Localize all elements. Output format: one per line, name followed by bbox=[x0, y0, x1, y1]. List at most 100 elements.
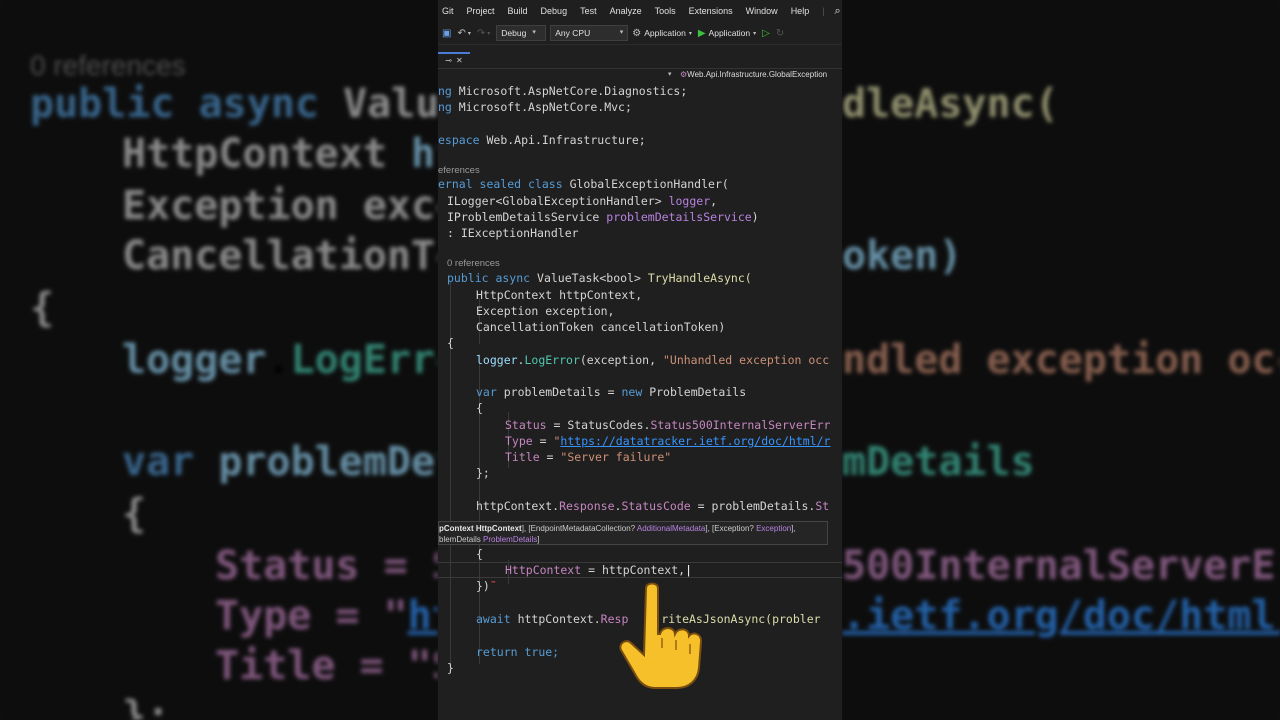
codelens-references[interactable]: eferences bbox=[438, 165, 480, 176]
string-token: "Unhandled exception occ bbox=[662, 353, 830, 367]
code-line-method-signature: public async ValueTask<bool> TryHandleAs… bbox=[447, 270, 752, 286]
type-token: ProblemDetails bbox=[649, 385, 747, 399]
pin-icon[interactable]: ⊸ bbox=[445, 56, 452, 65]
url-link[interactable]: https://datatracker.ietf.org/doc/html/r bbox=[560, 434, 830, 448]
save-icon[interactable]: ▣ bbox=[442, 28, 451, 39]
type-token: IProblemDetailsService bbox=[447, 210, 600, 224]
property-token: HttpContext bbox=[505, 563, 582, 577]
identifier-token: problemDetails bbox=[711, 499, 809, 513]
close-icon[interactable]: ✕ bbox=[456, 56, 463, 65]
gear-icon: ⚙ bbox=[632, 27, 642, 39]
undo-icon[interactable]: ↶ bbox=[457, 28, 465, 39]
code-line-class-declaration: ernal sealed class GlobalExceptionHandle… bbox=[438, 177, 729, 191]
menu-item-test[interactable]: Test bbox=[580, 6, 597, 16]
type-token: StatusCodes bbox=[567, 418, 644, 432]
toolbar: ▣ ↶ ▾ ↷ ▾ Debug ▾ Any CPU ▾ ⚙ Application … bbox=[438, 22, 842, 45]
identifier-token: httpContext, bbox=[601, 563, 686, 577]
param-token: problemDetailsService bbox=[606, 210, 752, 224]
code-line-httpcontext-assign: HttpContext = httpContext,| bbox=[505, 562, 692, 578]
keyword-token: await bbox=[476, 612, 511, 626]
code-line-using-mvc: ng Microsoft.AspNetCore.Mvc; bbox=[438, 99, 632, 115]
property-token: Title bbox=[505, 450, 540, 464]
menu-item-git[interactable]: Git bbox=[442, 6, 454, 16]
code-line-status: Status = StatusCodes.Status500InternalSe… bbox=[505, 418, 831, 432]
menu-item-build[interactable]: Build bbox=[508, 6, 528, 16]
type-token: CancellationToken bbox=[476, 320, 594, 334]
method-token: LogError bbox=[524, 353, 580, 367]
keyword-token: espace bbox=[438, 133, 480, 147]
startup-project-select[interactable]: Application bbox=[644, 28, 686, 38]
menu-item-tools[interactable]: Tools bbox=[655, 6, 676, 16]
menu-item-project[interactable]: Project bbox=[467, 6, 495, 16]
type-token: Exception bbox=[476, 304, 539, 318]
text-cursor: | bbox=[685, 563, 693, 577]
code-line-namespace: espace Web.Api.Infrastructure; bbox=[438, 132, 646, 148]
string-token: "Server failure" bbox=[560, 450, 672, 464]
chevron-down-icon[interactable]: ▾ bbox=[668, 70, 672, 78]
pointing-hand-icon bbox=[619, 582, 702, 689]
chevron-down-icon: ▾ bbox=[532, 29, 536, 36]
menu-item-analyze[interactable]: Analyze bbox=[610, 6, 642, 16]
literal-token: true; bbox=[524, 645, 560, 659]
undo-dropdown-icon[interactable]: ▾ bbox=[468, 30, 471, 37]
menu-item-window[interactable]: Window bbox=[746, 6, 778, 16]
start-without-debugging-icon[interactable]: ▷ bbox=[762, 28, 770, 39]
code-line-arg-1: HttpContext httpContext, bbox=[476, 287, 642, 303]
document-tab[interactable]: ⊸ ✕ bbox=[438, 52, 470, 67]
type-token: ValueTask<bool> bbox=[537, 271, 641, 285]
code-line-title: Title = "Server failure" bbox=[505, 450, 672, 464]
type-token: HttpContext bbox=[476, 288, 553, 302]
navigation-bar: ▾ ⚙Web.Api.Infrastructure.GlobalExceptio… bbox=[438, 68, 842, 83]
keyword-token: new bbox=[621, 385, 643, 399]
code-line-arg-2: Exception exception, bbox=[476, 303, 615, 319]
signature-help-line-1: pContext HttpContext], [EndpointMetadata… bbox=[439, 524, 796, 533]
start-debugging-icon[interactable]: ▶ bbox=[698, 28, 706, 39]
code-line-init-open: { bbox=[476, 401, 483, 415]
keyword-token: ernal sealed class bbox=[438, 177, 563, 191]
property-token: Response bbox=[559, 499, 615, 513]
platform-select[interactable]: Any CPU ▾ bbox=[550, 25, 629, 41]
identifier-token: httpContext bbox=[517, 612, 594, 626]
background-zoom-right: dleAsync( oken) ndled exception occ mDet… bbox=[842, 0, 1280, 720]
search-icon[interactable]: ⌕ bbox=[835, 5, 841, 18]
document-tab-strip: ⊸ ✕ bbox=[438, 52, 842, 67]
signature-help-tooltip: pContext HttpContext], [EndpointMetadata… bbox=[438, 521, 828, 545]
background-zoom-left: 0 references public async Value HttpCont… bbox=[0, 0, 438, 720]
code-line-brace: { bbox=[476, 547, 483, 561]
code-line-init-close: }; bbox=[476, 466, 490, 480]
member-breadcrumb[interactable]: ⚙Web.Api.Infrastructure.GlobalException bbox=[680, 70, 827, 79]
code-line-ctor-param-2: IProblemDetailsService problemDetailsSer… bbox=[447, 210, 759, 224]
menu-item-debug[interactable]: Debug bbox=[541, 6, 568, 16]
keyword-token: ng bbox=[438, 100, 452, 114]
breadcrumb-text: Web.Api.Infrastructure.GlobalException bbox=[687, 70, 828, 79]
code-line-base-type: : IExceptionHandler bbox=[447, 226, 579, 240]
chevron-down-icon[interactable]: ▾ bbox=[689, 30, 692, 37]
property-token: Status bbox=[505, 418, 547, 432]
keyword-token: return bbox=[476, 645, 518, 659]
keyword-token: public async bbox=[447, 271, 531, 285]
hot-reload-icon[interactable]: ↻ bbox=[776, 28, 784, 39]
menu-bar: Git Project Build Debug Test Analyze Too… bbox=[438, 0, 842, 22]
menu-item-help[interactable]: Help bbox=[791, 6, 810, 16]
platform-value: Any CPU bbox=[555, 28, 591, 38]
namespace-token: Web.Api.Infrastructure; bbox=[486, 133, 646, 147]
codelens-references[interactable]: 0 references bbox=[447, 258, 500, 269]
property-token: StatusCode bbox=[621, 499, 691, 513]
bracket-token: }) bbox=[476, 579, 490, 593]
code-line-return: return true; bbox=[476, 644, 559, 660]
redo-dropdown-icon[interactable]: ▾ bbox=[487, 30, 490, 37]
start-debugging-button[interactable]: Application bbox=[709, 28, 751, 38]
property-token: Type bbox=[505, 434, 533, 448]
identifier-token: problemDetails bbox=[503, 385, 601, 399]
code-line-using-diagnostics: ng Microsoft.AspNetCore.Diagnostics; bbox=[438, 83, 687, 99]
property-token: St bbox=[815, 499, 830, 513]
chevron-down-icon[interactable]: ▾ bbox=[753, 30, 756, 37]
signature-help-line-2: blemDetails ProblemDetails] bbox=[439, 535, 540, 544]
keyword-token: var bbox=[476, 385, 497, 399]
method-name-token: TryHandleAsync( bbox=[647, 271, 752, 285]
constant-token: Status500InternalServerErr bbox=[650, 418, 831, 432]
redo-icon[interactable]: ↷ bbox=[477, 28, 485, 39]
menu-item-extensions[interactable]: Extensions bbox=[689, 6, 733, 16]
configuration-select[interactable]: Debug ▾ bbox=[496, 25, 547, 41]
operator-token: = bbox=[588, 563, 596, 577]
